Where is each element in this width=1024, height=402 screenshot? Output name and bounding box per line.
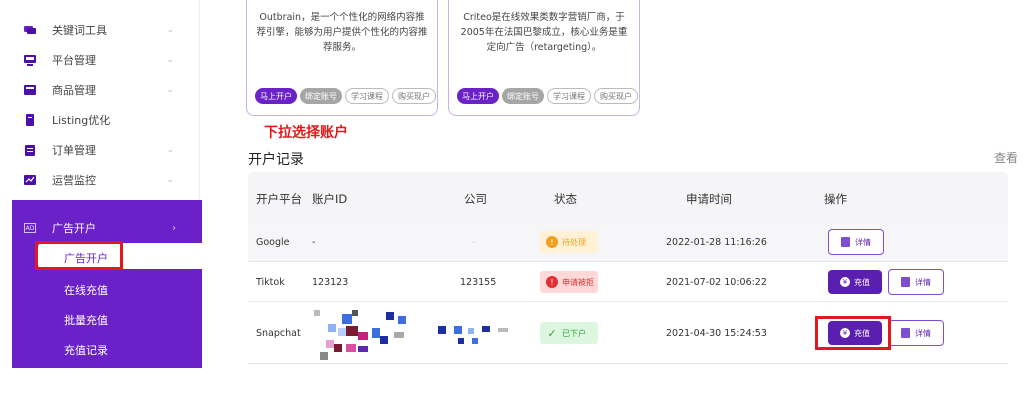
ad-icon: AD	[24, 223, 36, 233]
status-label: 待处理	[562, 237, 586, 247]
sidebar: 关键词工具 ⌄ 平台管理 ⌄ 商品管理 ⌄ Listing优化 订单管理 ⌄ 运…	[0, 0, 203, 402]
open-account-button[interactable]: 马上开户	[457, 88, 499, 104]
cell-apply-time: 2021-04-30 15:24:53	[666, 328, 767, 339]
sidebar-item-label: 订单管理	[52, 144, 96, 157]
sidebar-item-ad-account[interactable]: AD 广告开户 ›	[24, 219, 194, 237]
cell-account-id: 123123	[312, 277, 349, 288]
sidebar-item-listing[interactable]: Listing优化	[24, 109, 194, 131]
chevron-down-icon: ⌄	[166, 25, 174, 35]
column-header-status: 状态	[554, 192, 577, 206]
clipboard-icon	[24, 144, 36, 156]
highlight-box	[35, 241, 123, 270]
detail-button[interactable]: 详情	[888, 320, 944, 346]
column-header-platform: 开户平台	[256, 192, 302, 206]
status-label: 申请被拒	[562, 277, 594, 287]
status-label: 已下户	[562, 328, 586, 338]
bind-account-button[interactable]: 绑定账号	[502, 88, 544, 104]
detail-label: 详情	[915, 277, 931, 287]
chevron-down-icon: ⌄	[166, 85, 174, 95]
sidebar-item-label: 关键词工具	[52, 24, 107, 37]
table-row: Snapchat ✓ 已下户 2021-04-30 15:24:53 ¥ 充值 …	[248, 302, 1008, 364]
cell-platform: Google	[256, 237, 290, 248]
open-account-button[interactable]: 马上开户	[255, 88, 297, 104]
sidebar-item-label: 平台管理	[52, 54, 96, 67]
chevron-down-icon: ⌄	[166, 145, 174, 155]
card-description: Criteo是在线效果类数字营销厂商，于2005年在法国巴黎成立，核心业务是重定…	[460, 12, 628, 53]
cell-apply-time: 2021-07-02 10:06:22	[666, 277, 767, 288]
bind-account-button[interactable]: 绑定账号	[300, 88, 342, 104]
sidebar-subitem-recharge-records[interactable]: 充值记录	[64, 342, 108, 358]
alert-icon: !	[546, 276, 558, 288]
doc-icon	[24, 114, 36, 126]
cell-platform: Tiktok	[256, 277, 285, 288]
buy-account-button[interactable]: 购买现户	[594, 88, 638, 104]
detail-button[interactable]: 详情	[828, 229, 884, 255]
sidebar-subitem-batch-recharge[interactable]: 批量充值	[64, 312, 108, 328]
table-row: Google - - ! 待处理 2022-01-28 11:16:26 详情	[248, 222, 1008, 262]
course-button[interactable]: 学习课程	[547, 88, 591, 104]
status-badge: ! 申请被拒	[540, 271, 598, 293]
annotation-note: 下拉选择账户	[264, 125, 348, 141]
sidebar-item-label: Listing优化	[52, 114, 111, 127]
platform-card-outbrain: Outbrain，是一个个性化的网络内容推荐引擎，能够为用户提供个性化的内容推荐…	[246, 0, 438, 116]
sidebar-item-platform[interactable]: 平台管理 ⌄	[24, 49, 194, 71]
chat-icon	[24, 24, 36, 36]
sidebar-item-orders[interactable]: 订单管理 ⌄	[24, 139, 194, 161]
sidebar-item-label: 商品管理	[52, 84, 96, 97]
cell-apply-time: 2022-01-28 11:16:26	[666, 237, 767, 248]
platform-card-criteo: Criteo是在线效果类数字营销厂商，于2005年在法国巴黎成立，核心业务是重定…	[448, 0, 640, 116]
chart-icon	[24, 174, 36, 186]
detail-label: 详情	[915, 328, 931, 338]
sidebar-item-products[interactable]: 商品管理 ⌄	[24, 79, 194, 101]
cell-platform: Snapchat	[256, 328, 301, 339]
chevron-right-icon: ›	[172, 222, 176, 234]
column-header-company: 公司	[464, 192, 487, 206]
section-title: 开户记录	[248, 152, 304, 168]
cell-company: 123155	[460, 277, 497, 288]
cell-company: -	[472, 237, 476, 248]
sidebar-item-keyword-tool[interactable]: 关键词工具 ⌄	[24, 19, 194, 41]
column-header-action: 操作	[824, 192, 847, 206]
status-badge: ✓ 已下户	[540, 322, 598, 344]
course-button[interactable]: 学习课程	[345, 88, 389, 104]
chevron-down-icon: ⌄	[166, 55, 174, 65]
column-header-apply-time: 申请时间	[686, 192, 732, 206]
monitor-icon	[24, 54, 36, 66]
document-icon	[901, 277, 910, 287]
sidebar-item-label: 广告开户	[52, 222, 96, 235]
recharge-button[interactable]: ¥ 充值	[828, 270, 882, 294]
detail-label: 详情	[855, 237, 871, 247]
document-icon	[901, 328, 910, 338]
yen-icon: ¥	[840, 277, 850, 287]
detail-button[interactable]: 详情	[888, 269, 944, 295]
sidebar-subitem-online-recharge[interactable]: 在线充值	[64, 282, 108, 298]
box-icon	[24, 84, 36, 96]
check-icon: ✓	[547, 326, 557, 340]
sidebar-item-label: 运营监控	[52, 174, 96, 187]
document-icon	[841, 237, 850, 247]
sidebar-item-monitoring[interactable]: 运营监控 ⌄	[24, 169, 194, 191]
card-description: Outbrain，是一个个性化的网络内容推荐引擎，能够为用户提供个性化的内容推荐…	[256, 12, 428, 53]
view-link[interactable]: 查看	[994, 149, 1018, 166]
column-header-account-id: 账户ID	[312, 192, 348, 206]
status-badge: ! 待处理	[540, 231, 598, 253]
buy-account-button[interactable]: 购买现户	[392, 88, 436, 104]
alert-icon: !	[546, 236, 558, 248]
cell-account-id: -	[312, 237, 316, 248]
table-row: Tiktok 123123 123155 ! 申请被拒 2021-07-02 1…	[248, 262, 1008, 302]
recharge-label: 充值	[854, 277, 870, 287]
highlight-box	[815, 316, 891, 350]
chevron-down-icon: ⌄	[166, 175, 174, 185]
table-header: 开户平台 账户ID 公司 状态 申请时间 操作	[248, 172, 1008, 222]
